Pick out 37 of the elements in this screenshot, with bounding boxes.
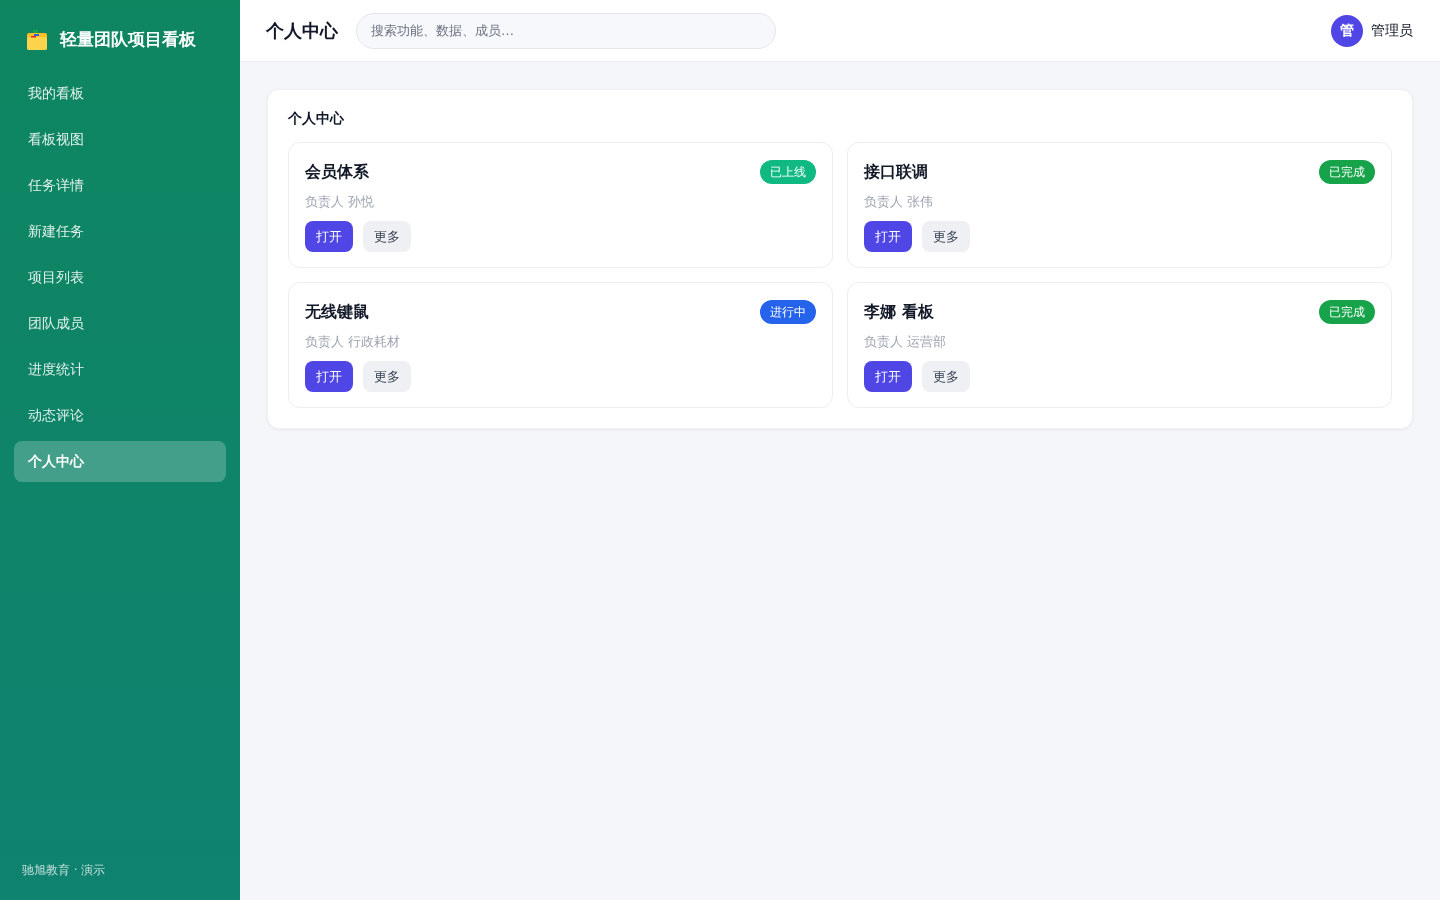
sidebar-item[interactable]: 看板视图 bbox=[14, 119, 226, 160]
page-title: 个人中心 bbox=[266, 18, 338, 43]
status-badge: 已完成 bbox=[1319, 160, 1375, 184]
open-button[interactable]: 打开 bbox=[864, 221, 912, 252]
panel-title: 个人中心 bbox=[288, 110, 345, 128]
owner-text: 负责人 行政耗材 bbox=[305, 333, 402, 351]
owner-text: 负责人 孙悦 bbox=[305, 193, 376, 211]
status-badge: 已完成 bbox=[1319, 300, 1375, 324]
sidebar-item[interactable]: 进度统计 bbox=[14, 349, 226, 390]
footer-text: 驰旭教育 · 演示 bbox=[21, 862, 107, 879]
status-badge: 已上线 bbox=[760, 160, 816, 184]
owner-text: 负责人 运营部 bbox=[864, 333, 948, 351]
sidebar-item[interactable]: 团队成员 bbox=[14, 303, 226, 344]
search-field[interactable]: 搜索功能、数据、成员… bbox=[356, 12, 776, 49]
sidebar-item[interactable]: 我的看板 bbox=[14, 73, 226, 114]
sidebar-item[interactable]: 新建任务 bbox=[14, 211, 226, 252]
owner-text: 负责人 张伟 bbox=[864, 193, 935, 211]
card-title: 会员体系 bbox=[305, 161, 369, 183]
open-button[interactable]: 打开 bbox=[864, 361, 912, 392]
user-avatar[interactable]: 管 bbox=[1331, 14, 1363, 47]
open-button[interactable]: 打开 bbox=[305, 361, 353, 392]
sidebar-item[interactable]: 项目列表 bbox=[14, 257, 226, 298]
more-button[interactable]: 更多 bbox=[363, 221, 411, 252]
more-button[interactable]: 更多 bbox=[922, 361, 970, 392]
sidebar-item[interactable]: 动态评论 bbox=[14, 395, 226, 436]
card-title: 无线键鼠 bbox=[305, 301, 369, 323]
user-name: 管理员 bbox=[1371, 21, 1413, 40]
card-title: 李娜 看板 bbox=[864, 301, 934, 323]
sidebar-item[interactable]: 个人中心 bbox=[14, 441, 226, 482]
more-button[interactable]: 更多 bbox=[922, 221, 970, 252]
folder-icon bbox=[26, 28, 48, 51]
more-button[interactable]: 更多 bbox=[363, 361, 411, 392]
app-title: 轻量团队项目看板 bbox=[60, 28, 196, 51]
status-badge: 进行中 bbox=[760, 300, 816, 324]
card-title: 接口联调 bbox=[864, 161, 928, 183]
sidebar-item[interactable]: 任务详情 bbox=[14, 165, 226, 206]
open-button[interactable]: 打开 bbox=[305, 221, 353, 252]
